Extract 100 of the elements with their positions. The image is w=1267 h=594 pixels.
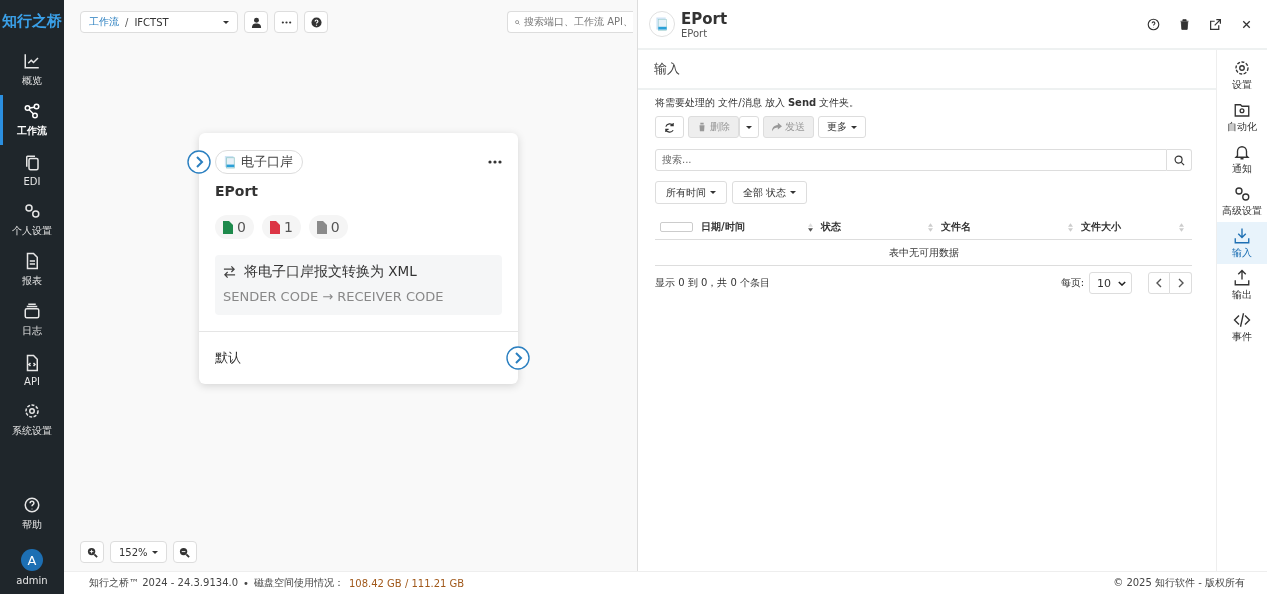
sidebar-item[interactable]: 日志 xyxy=(0,295,64,345)
caret-icon xyxy=(223,20,229,24)
rail-tab[interactable]: 事件 xyxy=(1217,306,1267,348)
swap-icon xyxy=(223,266,236,278)
output-label: 默认 xyxy=(215,350,241,365)
page-size-select[interactable]: 10 xyxy=(1089,272,1132,294)
zoom-dropdown[interactable]: 152% xyxy=(110,541,167,563)
help-button[interactable] xyxy=(304,11,328,33)
refresh-icon xyxy=(664,121,675,133)
column-header[interactable]: 文件大小 xyxy=(1081,215,1192,239)
caret-icon xyxy=(851,125,857,129)
user-avatar[interactable]: A xyxy=(21,549,43,571)
rail-tab[interactable]: 输出 xyxy=(1217,264,1267,306)
chevron-right-icon xyxy=(1177,278,1184,288)
chevron-icon[interactable] xyxy=(506,346,530,370)
hint-text: 将需要处理的 文件/消息 放入 Send 文件夹。 xyxy=(655,96,861,110)
search-icon xyxy=(1173,154,1185,166)
document-icon xyxy=(649,11,675,37)
zoom-in-button[interactable] xyxy=(80,541,104,563)
share-arrow-icon xyxy=(772,122,782,132)
rail-tab[interactable]: 通知 xyxy=(1217,138,1267,180)
caret-icon xyxy=(746,125,752,129)
table-info: 显示 0 到 0，共 0 个条目 xyxy=(655,276,770,290)
breadcrumb-link[interactable]: 工作流 xyxy=(89,15,119,29)
rail-tab[interactable]: 设置 xyxy=(1217,54,1267,96)
filter-dropdown[interactable]: 所有时间 xyxy=(655,181,727,204)
column-header[interactable]: 文件名 xyxy=(941,215,1081,239)
description-text: 将电子口岸报文转换为 XML xyxy=(244,263,417,281)
help-icon xyxy=(310,16,322,28)
gear-icon xyxy=(23,402,41,420)
gear-icon xyxy=(1233,58,1251,77)
caret-icon xyxy=(790,191,797,194)
ellipsis-icon[interactable] xyxy=(488,160,502,164)
checkbox[interactable] xyxy=(660,222,693,232)
upload-icon xyxy=(1233,268,1251,287)
disk-usage-value: 108.42 GB / 111.21 GB xyxy=(348,577,465,589)
version-text: 知行之桥™ 2024 - 24.3.9134.0 xyxy=(89,576,239,590)
more-dropdown[interactable]: 更多 xyxy=(818,116,866,138)
chevron-left-icon xyxy=(1156,278,1162,288)
panel-subtitle: EPort xyxy=(681,27,709,39)
user-button[interactable] xyxy=(244,11,268,33)
sidebar-item[interactable]: 系统设置 xyxy=(0,395,64,445)
help-item[interactable]: 帮助 xyxy=(0,489,64,539)
sort-icon xyxy=(1179,222,1184,232)
user-name: admin xyxy=(16,575,48,586)
disk-usage-label: 磁盘空间使用情况： xyxy=(253,576,344,590)
count-badge[interactable]: 1 xyxy=(261,215,301,239)
caret-icon xyxy=(710,191,716,194)
sidebar-item[interactable]: 概览 xyxy=(0,45,64,95)
copyright-text: © 2025 知行软件 - 版权所有 xyxy=(1113,576,1245,590)
download-icon xyxy=(1233,226,1251,245)
filter-dropdown[interactable]: 全部 状态 xyxy=(732,181,808,204)
sort-icon xyxy=(1068,222,1073,232)
help-icon[interactable] xyxy=(1147,17,1160,31)
dropdown-button[interactable] xyxy=(739,116,759,138)
document-icon xyxy=(224,155,236,169)
sidebar-item[interactable]: EDI xyxy=(0,145,64,195)
rail-tab[interactable]: 输入 xyxy=(1217,222,1267,264)
search-button[interactable] xyxy=(1167,149,1192,171)
person-icon xyxy=(250,16,262,28)
sort-icon xyxy=(808,222,813,232)
route-text: SENDER CODE → RECEIVER CODE xyxy=(223,289,445,304)
stack-icon xyxy=(23,302,41,320)
count-badge[interactable]: 0 xyxy=(308,215,348,239)
copy-icon xyxy=(23,153,41,172)
sidebar-item[interactable]: 报表 xyxy=(0,245,64,295)
code-icon xyxy=(1233,310,1251,329)
rail-tab[interactable]: 高级设置 xyxy=(1217,180,1267,222)
search-field[interactable]: 搜索... xyxy=(655,149,1167,171)
chevron-down-icon xyxy=(1118,280,1126,286)
page-size-label: 每页: xyxy=(1060,276,1084,290)
breadcrumb-dropdown[interactable]: 工作流 / IFCTST xyxy=(80,11,238,33)
breadcrumb-separator: / xyxy=(125,16,129,28)
column-header[interactable]: 日期/时间 xyxy=(701,215,821,239)
zoom-out-button[interactable] xyxy=(172,541,197,563)
trash-icon[interactable] xyxy=(1178,17,1191,31)
caret-icon xyxy=(151,550,158,554)
panel-title: EPort xyxy=(681,9,728,28)
sidebar-item[interactable]: 个人设置 xyxy=(0,195,64,245)
help-icon xyxy=(23,496,41,514)
search-field[interactable]: 搜索端口、工作流 API、 xyxy=(507,11,633,33)
chart-icon xyxy=(23,52,41,70)
sidebar-item[interactable]: API xyxy=(0,345,64,395)
node-name: EPort xyxy=(215,183,260,199)
logo: 知行之桥 xyxy=(2,11,62,32)
zoom-in-icon xyxy=(86,546,98,558)
external-link-icon[interactable] xyxy=(1209,17,1222,31)
workflow-node-card[interactable]: 电子口岸 EPort 0 1 0 将电子口岸报文转换为 XML SENDER CODE → RECEIVER CODE 默认 xyxy=(199,133,518,384)
breadcrumb-current: IFCTST xyxy=(134,16,169,28)
trash-icon xyxy=(697,122,707,132)
refresh-button[interactable] xyxy=(655,116,684,138)
gears-icon xyxy=(23,202,41,220)
count-badge[interactable]: 0 xyxy=(215,215,254,239)
section-title: 输入 xyxy=(638,50,1216,90)
rail-tab[interactable]: 自动化 xyxy=(1217,96,1267,138)
gears-icon xyxy=(1233,184,1251,203)
separator-dot: • xyxy=(243,577,249,589)
nodes-icon xyxy=(23,102,41,120)
chevron-icon[interactable] xyxy=(187,150,211,174)
column-header[interactable]: 状态 xyxy=(821,215,941,239)
